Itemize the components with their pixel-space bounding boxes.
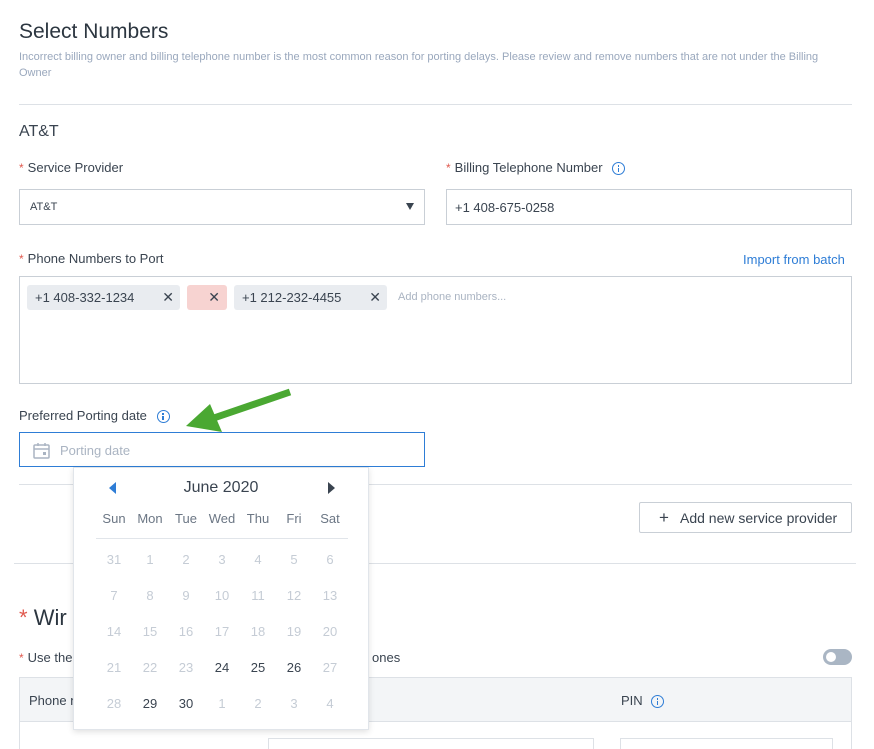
service-provider-label: * Service Provider (19, 160, 124, 175)
calendar-day[interactable]: 29 (132, 696, 168, 711)
calendar-day[interactable]: 30 (168, 696, 204, 711)
calendar-day: 3 (218, 552, 226, 567)
date-picker-popup: June 2020 Sun Mon Tue Wed Thu Fri Sat 31 1 2 3 4 5 6… (73, 467, 369, 730)
close-icon[interactable]: ✕ (208, 285, 220, 310)
calendar-day[interactable]: 24 (204, 660, 240, 675)
phone-chip: +1 408-332-1234 ✕ (27, 285, 180, 310)
calendar-day: 22 (142, 660, 158, 675)
porting-date-input[interactable]: Porting date (19, 432, 425, 467)
calendar-day: 15 (142, 624, 158, 639)
required-marker: * (19, 161, 24, 175)
weekday-label: Sat (320, 511, 340, 526)
calendar-day[interactable]: 26 (276, 660, 312, 675)
calendar-month-label: June 2020 (183, 479, 259, 496)
service-provider-value: AT&T (30, 201, 58, 213)
weekday-label: Mon (137, 511, 163, 526)
info-icon[interactable] (651, 695, 665, 709)
page-subtitle: Incorrect billing owner and billing tele… (19, 51, 819, 79)
info-icon[interactable] (612, 162, 626, 176)
calendar-day: 28 (106, 696, 122, 711)
weekday-label: Fri (286, 511, 302, 526)
calendar-day: 5 (290, 552, 298, 567)
calendar-day: 10 (214, 588, 230, 603)
calendar-day: 8 (146, 588, 154, 603)
weekday-label: Wed (208, 511, 236, 526)
calendar-day: 31 (106, 552, 122, 567)
add-service-provider-button[interactable]: + Add new service provider (639, 502, 852, 533)
required-marker: * (19, 651, 24, 665)
porting-date-label: Preferred Porting date (19, 408, 170, 424)
required-marker: * (19, 605, 28, 630)
phone-chip: +1 212-232-4455 ✕ (234, 285, 387, 310)
close-icon[interactable]: ✕ (162, 285, 174, 310)
calendar-day[interactable]: 25 (240, 660, 276, 675)
calendar-day: 16 (178, 624, 194, 639)
calendar-day: 17 (214, 624, 230, 639)
use-label: * Use the (19, 650, 73, 665)
info-icon[interactable] (156, 410, 170, 424)
calendar-day: 1 (146, 552, 154, 567)
required-marker: * (446, 161, 451, 175)
calendar-day: 9 (182, 588, 190, 603)
phone-numbers-label: * Phone Numbers to Port (19, 251, 164, 266)
caret-down-icon (406, 203, 414, 210)
phone-input-placeholder: Add phone numbers... (398, 291, 507, 303)
calendar-day: 11 (251, 588, 265, 603)
wireless-section-title: * Wir (19, 605, 67, 630)
porting-date-placeholder: Porting date (60, 443, 131, 458)
billing-telephone-label: * Billing Telephone Number (446, 160, 626, 176)
calendar-day: 27 (322, 660, 338, 675)
calendar-day: 20 (322, 624, 338, 639)
calendar-day: 6 (326, 552, 334, 567)
calendar-day: 23 (178, 660, 194, 675)
calendar-day: 7 (110, 588, 118, 603)
required-marker: * (19, 252, 24, 266)
calendar-day: 2 (254, 696, 262, 711)
weekday-label: Thu (246, 511, 270, 526)
column-phone: Phone n (29, 693, 78, 708)
page-title: Select Numbers (19, 20, 169, 43)
weekday-label: Tue (175, 511, 197, 526)
billing-telephone-input[interactable]: +1 408-675-0258 (446, 189, 852, 225)
weekday-label: Sun (102, 511, 126, 526)
table-border (851, 721, 852, 749)
calendar-day: 4 (326, 696, 334, 711)
import-from-batch-link[interactable]: Import from batch (743, 252, 845, 267)
calendar-day: 13 (322, 588, 338, 603)
phone-chip-error: ✕ (187, 285, 227, 310)
calendar-day: 12 (286, 588, 302, 603)
calendar-day: 14 (106, 624, 122, 639)
plus-icon: + (659, 508, 669, 527)
pin-cell-input[interactable] (620, 738, 833, 749)
calendar-day: 18 (250, 624, 266, 639)
calendar-day: 21 (106, 660, 122, 675)
provider-section-title: AT&T (19, 123, 59, 140)
use-label-suffix: ones (372, 650, 401, 665)
table-border (19, 721, 20, 749)
annotation-arrow-icon (186, 388, 292, 432)
use-toggle[interactable] (823, 649, 852, 665)
divider (19, 104, 852, 105)
calendar-day: 19 (286, 624, 302, 639)
phone-cell-input[interactable] (268, 738, 594, 749)
calendar-divider (96, 538, 348, 539)
next-month-icon[interactable] (328, 482, 335, 494)
calendar-day: 1 (218, 696, 226, 711)
calendar-icon (33, 443, 50, 459)
column-pin: PIN (621, 693, 665, 709)
calendar-day: 4 (254, 552, 262, 567)
calendar-day: 3 (290, 696, 298, 711)
service-provider-select[interactable]: AT&T (19, 189, 425, 225)
calendar-day: 2 (182, 552, 190, 567)
close-icon[interactable]: ✕ (369, 285, 381, 310)
